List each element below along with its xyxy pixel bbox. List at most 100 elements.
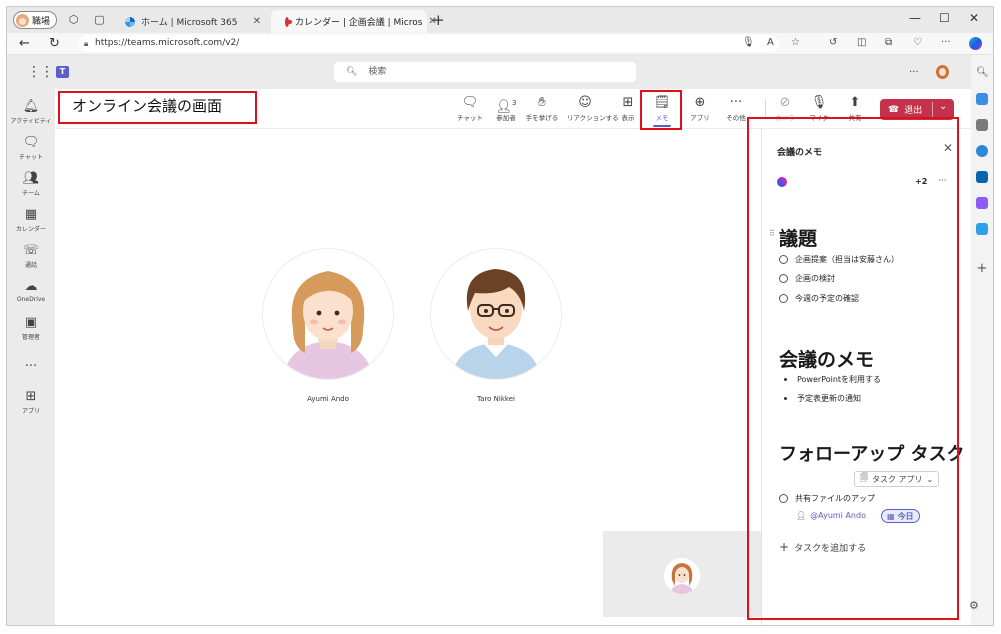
- close-icon[interactable]: ✕: [253, 16, 261, 27]
- annotation-meeting-screen: オンライン会議の画面: [58, 91, 257, 124]
- control-label: アプリ: [690, 114, 710, 122]
- participant-name: Ayumi Ando: [307, 395, 349, 403]
- window-close-icon[interactable]: ✕: [969, 11, 979, 25]
- maximize-icon[interactable]: ☐: [939, 11, 950, 25]
- phone-icon: ☏: [22, 243, 40, 258]
- address-bar[interactable]: 🔒︎ https://teams.microsoft.com/v2/: [79, 35, 779, 52]
- female-avatar-illustration: [283, 271, 373, 379]
- rail-item-calls[interactable]: ☏ 通話: [7, 243, 55, 269]
- lock-icon: 🔒︎: [84, 39, 89, 48]
- rail-item-chat[interactable]: 🗨︎ チャット: [7, 135, 55, 161]
- tab-title: カレンダー | 企画会議 | Micros: [295, 18, 423, 28]
- rail-label: OneDrive: [16, 296, 46, 303]
- participants-button[interactable]: 👤︎3 参加者: [488, 95, 524, 122]
- send-icon[interactable]: [976, 223, 988, 235]
- split-screen-icon[interactable]: ◫: [857, 37, 866, 48]
- app-rail: 🔔︎ アクティビティ 🗨︎ チャット 👥︎ チーム ▦ カレンダー ☏ 通話 ☁…: [7, 89, 55, 625]
- rail-item-admin[interactable]: ▣ 管理者: [7, 315, 55, 341]
- settings-gear-icon[interactable]: ⚙︎: [969, 599, 979, 612]
- collections-icon[interactable]: ⧉: [885, 37, 892, 48]
- heart-icon[interactable]: ♡: [913, 37, 922, 48]
- user-avatar[interactable]: [934, 63, 951, 80]
- camera-off-icon: ⊘: [779, 95, 791, 110]
- search-icon[interactable]: 🔍︎: [976, 67, 989, 79]
- rail-item-activity[interactable]: 🔔︎ アクティビティ: [7, 99, 55, 125]
- teams-header: ⋮⋮⋮ T 🔍︎ 検索 ...: [7, 55, 971, 89]
- participant-avatar: [263, 249, 393, 379]
- rail-label: 通話: [24, 262, 37, 269]
- search-input[interactable]: 🔍︎ 検索: [334, 62, 636, 82]
- outlook-icon[interactable]: [976, 171, 988, 183]
- chat-icon: 🗨︎: [461, 95, 479, 110]
- add-app-icon: ⊕: [694, 95, 706, 110]
- minimize-icon[interactable]: —: [909, 11, 921, 25]
- rail-label: チーム: [22, 190, 40, 197]
- refresh-icon[interactable]: ↻: [49, 36, 60, 51]
- teams-icon: 👥︎: [22, 171, 40, 186]
- search-icon: 🔍︎: [346, 67, 358, 77]
- back-icon[interactable]: ←: [19, 36, 30, 51]
- male-avatar-illustration: [451, 269, 541, 379]
- self-view-tile[interactable]: [603, 531, 763, 617]
- mic-off-icon: 🎙︎: [810, 95, 828, 110]
- mic-icon[interactable]: 🎙︎: [742, 37, 755, 48]
- chevron-down-icon[interactable]: ⌄: [939, 101, 947, 112]
- annotation-notes-button: [640, 90, 682, 130]
- profile-label: 職場: [32, 16, 51, 27]
- m365-side-icon[interactable]: [976, 145, 988, 157]
- chat-icon: 🗨︎: [22, 135, 40, 150]
- annotation-notes-panel: [747, 117, 959, 620]
- new-tab-icon[interactable]: +: [432, 11, 445, 29]
- url-text: https://teams.microsoft.com/v2/: [95, 38, 240, 48]
- favorite-star-icon[interactable]: ☆: [791, 37, 800, 48]
- toolbar-divider: [765, 99, 766, 119]
- raise-hand-button[interactable]: ✋︎ 手を挙げる: [524, 95, 560, 122]
- calendar-icon: ▦: [24, 207, 38, 222]
- smile-icon: ☺: [578, 95, 592, 110]
- tab-title: ホーム | Microsoft 365: [141, 18, 238, 28]
- rail-label: アプリ: [21, 408, 40, 415]
- react-button[interactable]: ☺ リアクションする: [567, 95, 619, 122]
- control-label: 手を挙げる: [525, 114, 559, 122]
- leave-label: 退出: [904, 106, 923, 116]
- tab-actions-icon[interactable]: ▢: [93, 13, 106, 26]
- rail-label: アクティビティ: [10, 118, 52, 125]
- raise-hand-icon: ✋︎: [538, 95, 546, 110]
- edge-sidebar: 🔍︎ +: [969, 55, 993, 625]
- search-placeholder: 検索: [368, 67, 387, 77]
- rail-item-onedrive[interactable]: ☁︎ OneDrive: [7, 279, 55, 303]
- shopping-tag-icon[interactable]: [976, 93, 988, 105]
- rail-item-teams[interactable]: 👥︎ チーム: [7, 171, 55, 197]
- control-label: 参加者: [496, 114, 516, 122]
- add-sidebar-icon[interactable]: +: [976, 262, 988, 275]
- rail-label: チャット: [19, 154, 43, 161]
- read-aloud-icon[interactable]: A: [767, 37, 774, 48]
- cloud-icon: ☁︎: [24, 279, 38, 294]
- designer-icon[interactable]: [976, 197, 988, 209]
- rail-item-calendar[interactable]: ▦ カレンダー: [7, 207, 55, 233]
- address-bar-row: ← ↻ 🔒︎ https://teams.microsoft.com/v2/ 🎙…: [7, 33, 993, 55]
- tab-teams-calendar[interactable]: カレンダー | 企画会議 | Micros ✕: [271, 10, 437, 33]
- settings-more-icon[interactable]: ...: [909, 64, 919, 75]
- teams-logo-icon: T: [56, 66, 69, 78]
- rail-item-apps[interactable]: ⊞ アプリ: [7, 389, 55, 415]
- apps-button[interactable]: ⊕ アプリ: [682, 95, 718, 122]
- control-label: チャット: [457, 114, 483, 122]
- tab-microsoft365[interactable]: ホーム | Microsoft 365 ✕: [117, 10, 269, 33]
- profile-button[interactable]: 職場: [13, 11, 57, 29]
- tab-strip: 職場 ⬡ ▢ ホーム | Microsoft 365 ✕ カレンダー | 企画会…: [7, 7, 993, 33]
- self-avatar: [664, 558, 700, 594]
- leave-divider: [932, 102, 933, 117]
- browser-more-icon[interactable]: ···: [941, 37, 951, 48]
- extension-icon[interactable]: ↺: [829, 37, 837, 48]
- m365-icon: [125, 16, 135, 27]
- profile-avatar: [16, 13, 29, 27]
- participant-avatar: [431, 249, 561, 379]
- rail-item-more[interactable]: ...: [7, 355, 55, 370]
- participant-tile: Taro Nikkei: [431, 249, 561, 403]
- tools-icon[interactable]: [976, 119, 988, 131]
- rail-label: カレンダー: [15, 226, 46, 233]
- copilot-icon[interactable]: [969, 37, 982, 50]
- workspaces-icon[interactable]: ⬡: [67, 13, 80, 26]
- chat-button[interactable]: 🗨︎ チャット: [452, 95, 488, 122]
